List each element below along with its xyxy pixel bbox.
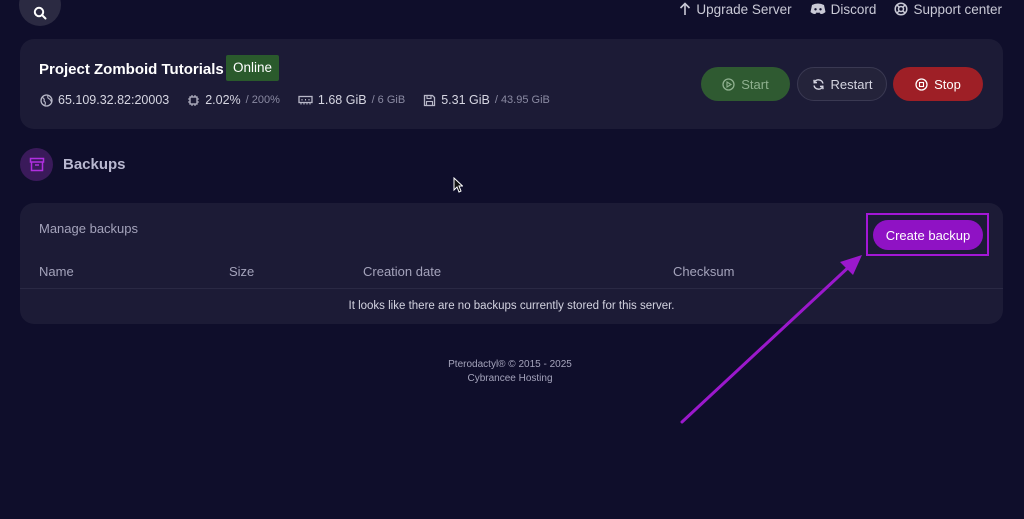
server-address[interactable]: 65.109.32.82:20003	[58, 93, 169, 107]
play-circle-icon	[722, 77, 735, 91]
cpu-icon	[188, 94, 200, 106]
stop-label: Stop	[934, 76, 961, 92]
memory-usage: 1.68 GiB	[317, 93, 367, 107]
discord-link[interactable]: Discord	[810, 1, 877, 17]
server-name: Project Zomboid Tutorials	[39, 61, 224, 78]
disk-stat: 5.31 GiB / 43.95 GiB	[423, 93, 550, 107]
upgrade-server-label: Upgrade Server	[696, 1, 792, 17]
cpu-usage: 2.02%	[205, 93, 241, 107]
discord-label: Discord	[830, 1, 877, 17]
refresh-icon	[812, 78, 824, 90]
search-icon	[33, 6, 47, 20]
start-label: Start	[741, 76, 769, 92]
footer: Pterodactyl® © 2015 - 2025 Cybrancee Hos…	[420, 358, 600, 386]
upgrade-server-link[interactable]: Upgrade Server	[679, 1, 792, 17]
empty-state-message: It looks like there are no backups curre…	[348, 300, 675, 312]
section-header: Backups	[20, 148, 126, 181]
memory-limit: / 6 GiB	[371, 94, 406, 106]
server-stats: 65.109.32.82:20003 2.02% / 200% 1.68 GiB…	[40, 93, 550, 107]
create-backup-button[interactable]: Create backup	[873, 220, 983, 250]
column-header-creation-date: Creation date	[363, 264, 442, 279]
save-icon	[424, 94, 436, 106]
backups-card: Manage backups Create backup Name Size C…	[20, 203, 1003, 324]
top-navigation: Upgrade Server Discord Support center	[679, 0, 1002, 18]
start-button[interactable]: Start	[701, 67, 790, 101]
disk-limit: / 43.95 GiB	[494, 94, 550, 106]
discord-icon	[810, 3, 826, 14]
support-center-link[interactable]: Support center	[894, 2, 1002, 17]
column-header-size: Size	[229, 264, 255, 279]
table-divider	[20, 288, 1003, 289]
manage-backups-label: Manage backups	[39, 221, 139, 236]
cpu-stat: 2.02% / 200%	[187, 93, 280, 107]
server-card: Project Zomboid Tutorials Online 65.109.…	[20, 39, 1003, 129]
column-header-name: Name	[39, 264, 74, 279]
stop-button[interactable]: Stop	[893, 67, 983, 101]
column-header-checksum: Checksum	[673, 264, 735, 279]
footer-copyright: Pterodactyl® © 2015 - 2025	[448, 359, 572, 370]
address-stat: 65.109.32.82:20003	[40, 93, 169, 107]
support-center-label: Support center	[913, 1, 1002, 17]
stop-circle-icon	[915, 77, 928, 91]
create-backup-highlight: Create backup	[866, 213, 989, 256]
restart-button[interactable]: Restart	[797, 67, 887, 101]
globe-icon	[40, 93, 53, 107]
lifebuoy-icon	[894, 2, 908, 16]
memory-stat: 1.68 GiB / 6 GiB	[298, 93, 405, 107]
arrow-up-icon	[680, 2, 691, 15]
restart-label: Restart	[830, 76, 873, 92]
disk-usage: 5.31 GiB	[441, 93, 490, 107]
mouse-cursor-icon	[453, 177, 463, 193]
archive-icon	[20, 148, 53, 181]
footer-host: Cybrancee Hosting	[467, 373, 553, 384]
search-button[interactable]	[19, 0, 61, 26]
section-title: Backups	[63, 156, 126, 173]
status-badge: Online	[226, 55, 280, 81]
cpu-limit: / 200%	[245, 94, 280, 106]
memory-icon	[298, 95, 313, 105]
